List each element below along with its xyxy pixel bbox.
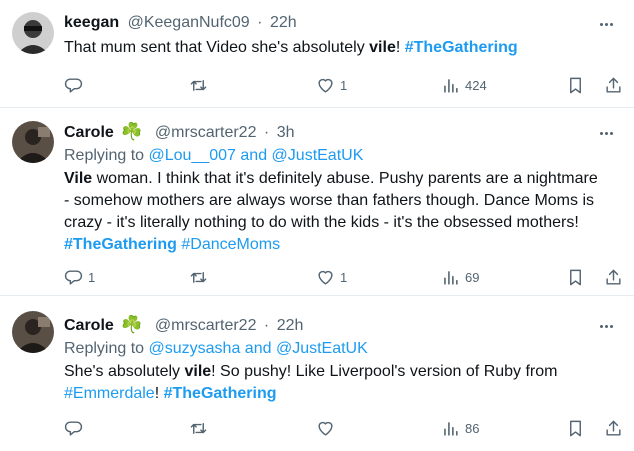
reply-count: 1	[88, 269, 96, 285]
analytics-icon	[444, 270, 458, 285]
share-icon	[606, 420, 621, 436]
reply-icon	[64, 269, 83, 285]
tweet-text: That mum sent that Video she's absolutel…	[64, 39, 518, 56]
more-options-icon[interactable]	[596, 316, 616, 336]
like-button[interactable]: 1	[316, 266, 347, 288]
retweet-button[interactable]	[189, 74, 213, 96]
hashtag-link[interactable]: #TheGathering	[164, 385, 277, 402]
tweet[interactable]: keegan @KeeganNufc09 · 22h That mum sent…	[0, 0, 634, 108]
mention-link[interactable]: @Lou__007	[149, 147, 236, 164]
share-icon	[606, 77, 621, 93]
shamrock-emoji: ☘️	[121, 122, 143, 141]
reply-button[interactable]: 1	[64, 266, 95, 288]
bookmark-button[interactable]	[566, 74, 585, 96]
heart-icon	[318, 421, 333, 436]
tweet-actions: 1 1 69	[64, 266, 624, 288]
display-name[interactable]: Carole	[64, 317, 114, 334]
heart-icon	[318, 78, 333, 93]
separator-dot: ·	[263, 124, 270, 141]
views-button[interactable]: 69	[441, 266, 479, 288]
mention-link[interactable]: @JustEatUK	[272, 147, 364, 164]
like-button[interactable]	[316, 417, 340, 439]
bookmark-button[interactable]	[566, 266, 585, 288]
more-options-icon[interactable]	[596, 14, 616, 34]
user-handle[interactable]: @KeeganNufc09	[128, 14, 250, 31]
bookmark-icon	[570, 77, 581, 93]
mention-link[interactable]: @suzysasha	[149, 340, 241, 357]
analytics-icon	[444, 78, 458, 93]
timestamp[interactable]: 22h	[270, 14, 297, 31]
analytics-icon	[444, 421, 458, 436]
more-options-icon[interactable]	[596, 123, 616, 143]
like-count: 1	[340, 77, 348, 93]
share-button[interactable]	[604, 74, 623, 96]
reply-button[interactable]	[64, 417, 88, 439]
share-button[interactable]	[604, 417, 623, 439]
user-handle[interactable]: @mrscarter22	[155, 317, 257, 334]
separator-dot: ·	[263, 317, 270, 334]
replying-to: Replying to @suzysasha and @JustEatUK	[64, 340, 368, 357]
avatar[interactable]	[12, 12, 54, 54]
avatar[interactable]	[12, 121, 54, 163]
timestamp[interactable]: 3h	[277, 124, 295, 141]
reply-icon	[64, 420, 83, 436]
separator-dot: ·	[257, 14, 263, 31]
retweet-icon	[190, 422, 207, 434]
display-name[interactable]: keegan	[64, 14, 119, 31]
tweet[interactable]: Carole ☘️ @mrscarter22 · 22h Replying to…	[0, 295, 634, 451]
hashtag-link[interactable]: #TheGathering	[405, 39, 518, 56]
tweet-actions: 1 424	[64, 74, 624, 96]
tweet[interactable]: Carole ☘️ @mrscarter22 · 3h Replying to …	[0, 108, 634, 295]
hashtag-link[interactable]: #TheGathering	[64, 236, 177, 253]
tweet-actions: 86	[64, 417, 624, 439]
heart-icon	[318, 270, 333, 285]
view-count: 69	[465, 269, 480, 285]
views-button[interactable]: 424	[441, 74, 487, 96]
retweet-button[interactable]	[189, 266, 213, 288]
hashtag-link[interactable]: #DanceMoms	[181, 236, 280, 253]
bookmark-icon	[570, 269, 581, 285]
view-count: 86	[465, 420, 480, 436]
retweet-icon	[190, 271, 207, 283]
share-button[interactable]	[604, 266, 623, 288]
bookmark-icon	[570, 420, 581, 436]
share-icon	[606, 269, 621, 285]
user-handle[interactable]: @mrscarter22	[155, 124, 257, 141]
bookmark-button[interactable]	[566, 417, 585, 439]
mention-link[interactable]: @JustEatUK	[276, 340, 368, 357]
retweet-button[interactable]	[189, 417, 213, 439]
shamrock-emoji: ☘️	[121, 315, 143, 334]
avatar[interactable]	[12, 311, 54, 353]
reply-button[interactable]	[64, 74, 88, 96]
tweet-text: She's absolutely vile! So pushy! Like Li…	[64, 363, 558, 402]
view-count: 424	[465, 77, 487, 93]
views-button[interactable]: 86	[441, 417, 479, 439]
retweet-icon	[190, 79, 207, 91]
like-count: 1	[340, 269, 348, 285]
display-name[interactable]: Carole	[64, 124, 114, 141]
timestamp[interactable]: 22h	[277, 317, 304, 334]
hashtag-link[interactable]: #Emmerdale	[64, 385, 155, 402]
reply-icon	[64, 77, 83, 93]
replying-to: Replying to @Lou__007 and @JustEatUK	[64, 147, 364, 164]
tweet-text: Vile woman. I think that it's definitely…	[64, 170, 598, 253]
like-button[interactable]: 1	[316, 74, 347, 96]
